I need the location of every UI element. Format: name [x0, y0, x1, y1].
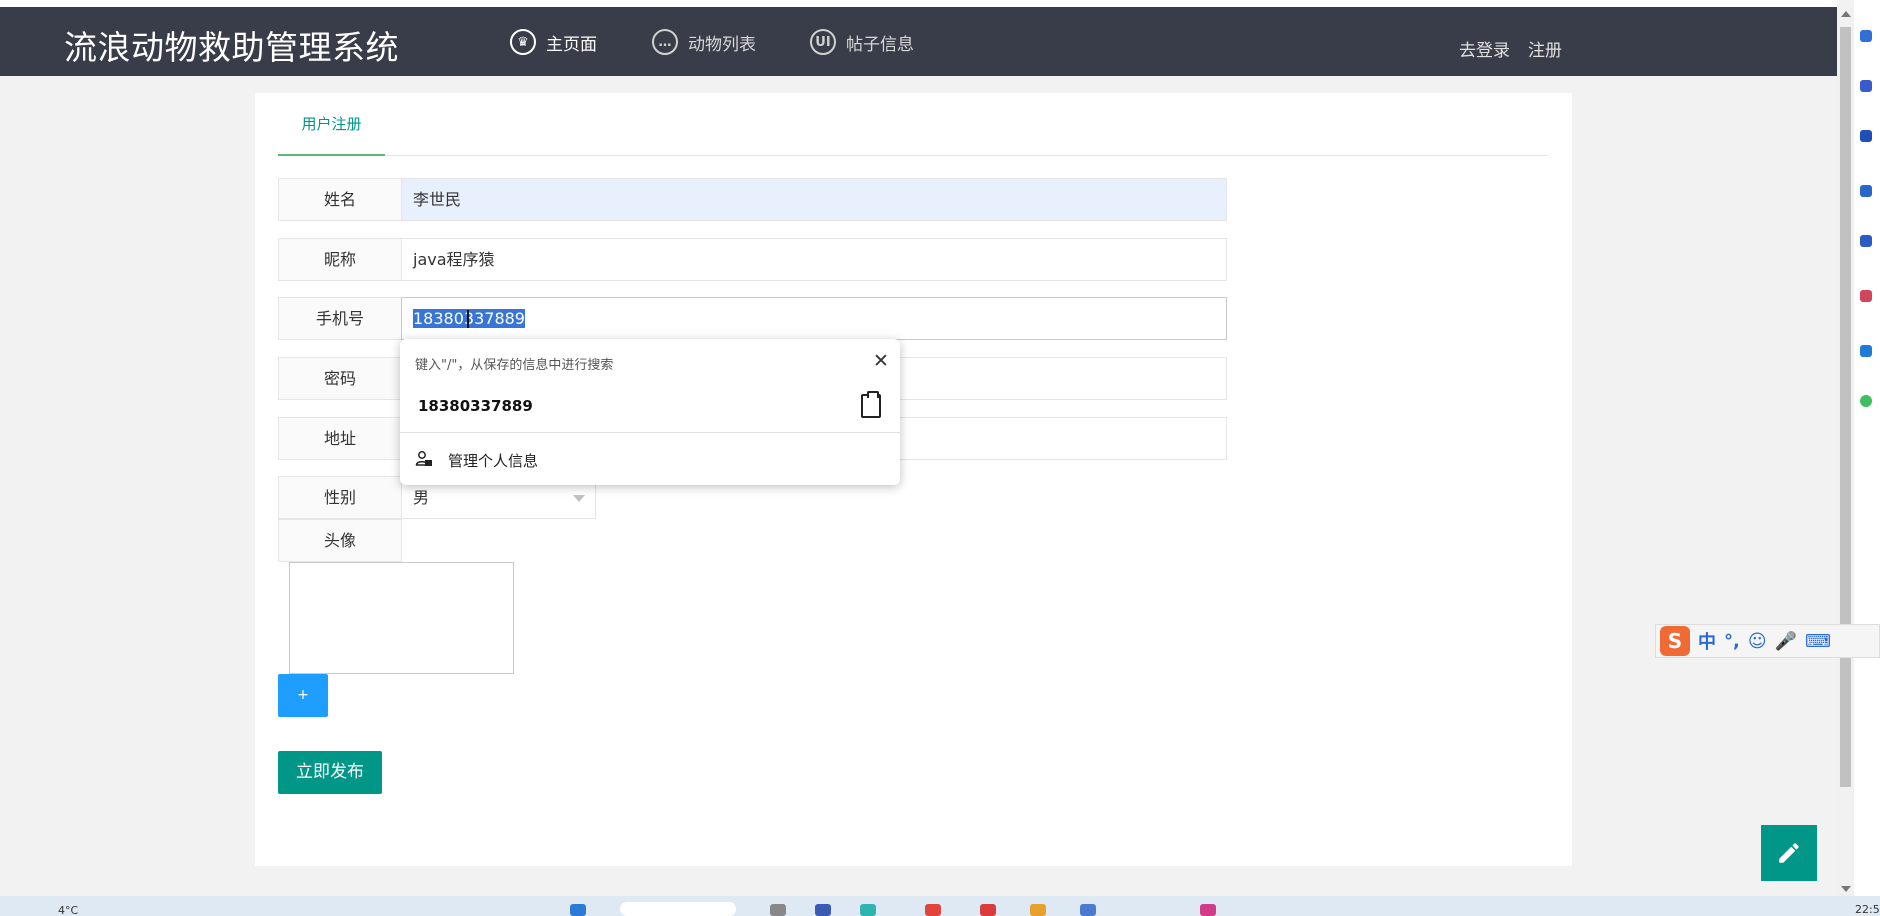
clipboard-icon[interactable] — [861, 391, 881, 418]
autofill-popup: 键入"/"，从保存的信息中进行搜索 ✕ 18380337889 管理个人信息 — [400, 339, 900, 485]
popup-divider — [400, 432, 900, 433]
login-link[interactable]: 去登录 — [1459, 36, 1510, 61]
taskbar-app-icon[interactable] — [980, 904, 996, 916]
tab-user-register[interactable]: 用户注册 — [278, 93, 385, 156]
close-icon[interactable]: ✕ — [873, 351, 889, 371]
nickname-input[interactable]: java程序猿 — [401, 238, 1227, 281]
extension-icon[interactable] — [1860, 290, 1872, 302]
manage-personal-info[interactable]: 管理个人信息 — [448, 450, 538, 471]
extension-icon[interactable] — [1860, 345, 1872, 357]
nav-animal-list-label: 动物列表 — [688, 34, 756, 55]
chat-bubble-icon: … — [652, 29, 678, 55]
sogou-s-icon[interactable]: S — [1660, 626, 1690, 656]
scroll-down-icon[interactable] — [1841, 886, 1851, 892]
extension-icon[interactable] — [1860, 235, 1872, 247]
upload-button[interactable]: + — [278, 674, 328, 717]
ui-badge-icon: UI — [810, 29, 836, 55]
scroll-thumb[interactable] — [1840, 27, 1851, 787]
address-label: 地址 — [278, 417, 402, 460]
tab-bar: 用户注册 — [278, 93, 1549, 156]
phone-label: 手机号 — [278, 297, 402, 340]
taskbar-app-icon[interactable] — [1080, 904, 1096, 916]
taskbar-app-icon[interactable] — [925, 904, 941, 916]
register-link[interactable]: 注册 — [1528, 36, 1562, 61]
nav-home[interactable]: ♛ 主页面 — [510, 27, 597, 57]
gender-label: 性别 — [278, 476, 402, 519]
name-label: 姓名 — [278, 178, 402, 221]
taskbar-app-icon[interactable] — [860, 904, 876, 916]
taskbar-search[interactable] — [620, 902, 736, 916]
browser-top-edge — [0, 0, 1837, 7]
taskbar-app-icon[interactable] — [815, 904, 831, 916]
edit-fab[interactable] — [1761, 825, 1817, 881]
browser-side-strip — [1854, 0, 1880, 896]
phone-row: 手机号 18380337889 — [278, 297, 1227, 340]
extension-icon[interactable] — [1860, 130, 1872, 142]
nav-posts-label: 帖子信息 — [846, 34, 914, 55]
password-label: 密码 — [278, 357, 402, 400]
autofill-suggestion[interactable]: 18380337889 — [418, 397, 533, 415]
extension-icon[interactable] — [1860, 395, 1872, 407]
taskbar-app-icon[interactable] — [1030, 904, 1046, 916]
ime-mode-zh[interactable]: 中 — [1698, 628, 1716, 654]
pencil-icon — [1779, 843, 1799, 863]
avatar-row: 头像 — [278, 519, 1227, 562]
chevron-down-icon — [573, 495, 585, 502]
weather-temp: 4°C — [58, 904, 79, 916]
phone-input[interactable]: 18380337889 — [401, 297, 1227, 340]
crown-icon: ♛ — [510, 29, 536, 55]
extension-icon[interactable] — [1860, 80, 1872, 92]
name-input[interactable]: 李世民 — [401, 178, 1227, 221]
ime-punctuation[interactable]: °, — [1724, 631, 1740, 652]
start-icon[interactable] — [570, 904, 586, 916]
autofill-hint: 键入"/"，从保存的信息中进行搜索 — [415, 358, 614, 373]
ime-emoji-icon[interactable]: ☺ — [1748, 631, 1767, 652]
taskbar-app-icon[interactable] — [1200, 904, 1216, 916]
page-scrollbar[interactable] — [1837, 7, 1854, 896]
gender-value: 男 — [413, 488, 430, 507]
nickname-label: 昵称 — [278, 238, 402, 281]
ime-toolbar: S 中 °, ☺ 🎤 ⌨ — [1655, 624, 1880, 658]
ime-keyboard-icon[interactable]: ⌨ — [1805, 631, 1831, 652]
ime-mic-icon[interactable]: 🎤 — [1775, 631, 1797, 652]
extension-icon[interactable] — [1860, 30, 1872, 42]
user-card-icon — [415, 451, 432, 466]
nav-home-label: 主页面 — [546, 34, 597, 55]
scroll-up-icon[interactable] — [1841, 11, 1851, 17]
top-header: 流浪动物救助管理系统 ♛ 主页面 … 动物列表 UI 帖子信息 去登录 注册 — [0, 7, 1837, 76]
nav-animal-list[interactable]: … 动物列表 — [652, 27, 756, 57]
taskbar-clock: 22:5 — [1855, 903, 1880, 916]
text-cursor — [467, 310, 469, 328]
app-title: 流浪动物救助管理系统 — [64, 28, 399, 67]
os-taskbar: 4°C 22:5 — [0, 896, 1880, 916]
submit-button[interactable]: 立即发布 — [278, 751, 382, 794]
nav-posts[interactable]: UI 帖子信息 — [810, 27, 914, 57]
extension-icon[interactable] — [1860, 185, 1872, 197]
nickname-row: 昵称 java程序猿 — [278, 238, 1227, 281]
avatar-label: 头像 — [278, 519, 402, 562]
taskbar-app-icon[interactable] — [770, 904, 786, 916]
name-row: 姓名 李世民 — [278, 178, 1227, 221]
avatar-preview — [289, 562, 514, 674]
